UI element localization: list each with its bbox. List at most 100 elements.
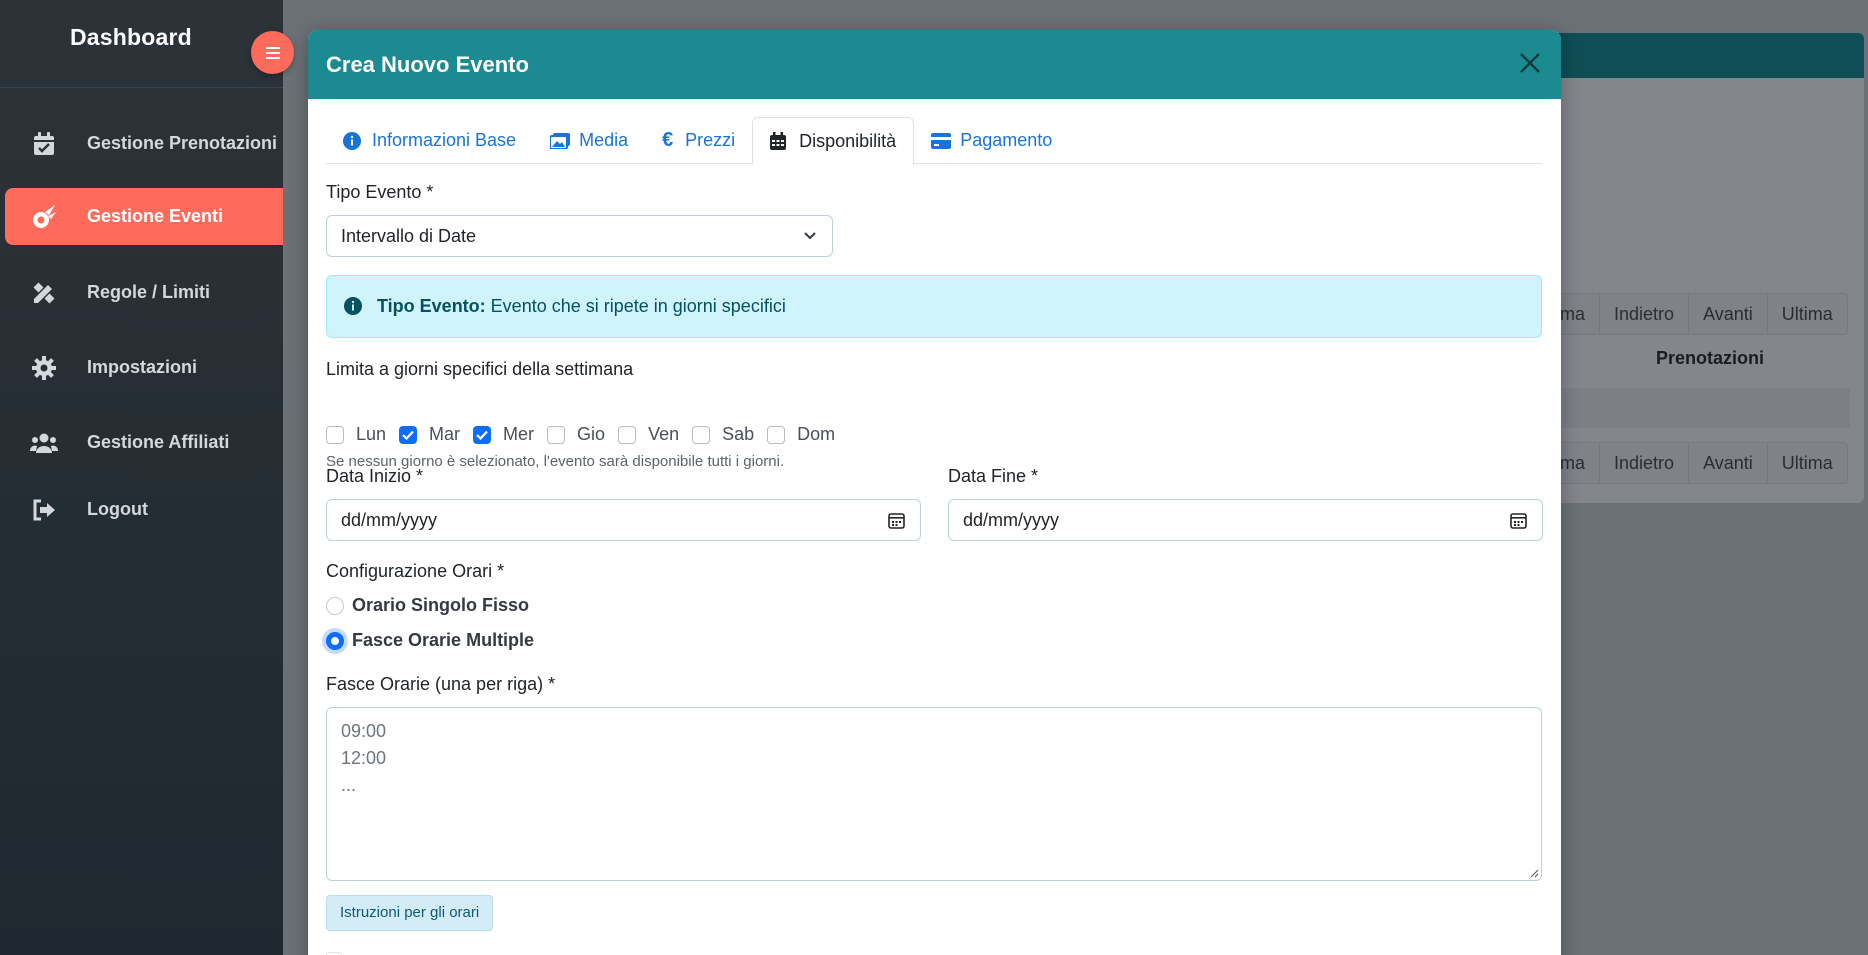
table-row — [1545, 388, 1850, 428]
euro-icon: € — [662, 129, 674, 151]
tab-bar: Informazioni Base Media € Prezzi Disponi… — [326, 117, 1542, 165]
instructions-button[interactable]: Istruzioni per gli orari — [326, 895, 494, 931]
data-inizio-label: Data Inizio * — [326, 466, 424, 486]
fasce-orarie-textarea[interactable]: 09:00 12:00 ... — [326, 707, 1542, 881]
day-label: Lun — [356, 424, 387, 444]
calendar-icon — [770, 131, 790, 151]
radio-button[interactable] — [326, 596, 344, 615]
modal-header: Crea Nuovo Evento — [308, 30, 1561, 99]
tipo-evento-label: Tipo Evento * — [326, 182, 434, 202]
day-checkbox-mar[interactable]: Mar — [399, 424, 460, 445]
close-button[interactable] — [1517, 50, 1543, 76]
data-fine-placeholder: dd/mm/yyyy — [963, 510, 1060, 530]
radio-orario-singolo[interactable]: Orario Singolo Fisso — [326, 595, 529, 616]
placeholder-line: ... — [341, 775, 357, 795]
day-label: Ven — [648, 424, 680, 444]
sidebar-item-impostazioni[interactable]: Impostazioni — [5, 339, 283, 396]
placeholder-line: 12:00 — [341, 748, 387, 768]
alert-title: Tipo Evento: — [377, 296, 486, 316]
day-checkbox-gio[interactable]: Gio — [547, 424, 605, 445]
checkbox[interactable] — [692, 425, 711, 444]
tab-label: Prezzi — [685, 130, 736, 150]
sidebar-item-label: Regole / Limiti — [87, 282, 211, 302]
brand-divider — [0, 87, 283, 88]
checkbox[interactable] — [767, 425, 786, 444]
day-label: Sab — [722, 424, 755, 444]
sidebar-item-label: Gestione Eventi — [87, 206, 224, 226]
logout-icon — [29, 495, 59, 525]
tab-prezzi[interactable]: € Prezzi — [645, 117, 752, 164]
sidebar-item-label: Gestione Affiliati — [87, 432, 230, 452]
info-circle-icon — [343, 131, 363, 151]
pager-next: Avanti — [1688, 294, 1767, 334]
meteor-icon — [29, 202, 59, 232]
checkbox[interactable] — [618, 425, 637, 444]
alert-text: Evento che si ripete in giorni specifici — [490, 296, 786, 316]
radio-fasce-multiple[interactable]: Fasce Orarie Multiple — [326, 630, 534, 651]
sidebar-item-label: Gestione Prenotazioni — [87, 133, 278, 153]
tab-informazioni-base[interactable]: Informazioni Base — [326, 117, 533, 164]
pager-last: Ultima — [1766, 443, 1847, 483]
sidebar-item-regole-limiti[interactable]: Regole / Limiti — [5, 264, 283, 321]
checkbox[interactable] — [326, 425, 344, 444]
day-label: Mar — [429, 424, 461, 444]
day-checkbox-mer[interactable]: Mer — [473, 424, 534, 445]
data-inizio-placeholder: dd/mm/yyyy — [341, 510, 438, 530]
calendar-icon[interactable] — [1510, 512, 1527, 529]
pager-prev: Indietro — [1599, 294, 1688, 334]
days-checkbox-group: Lun Mar Mer Gio Ven Sab Dom — [326, 424, 848, 445]
fasce-label: Fasce Orarie (una per riga) * — [326, 674, 556, 694]
tipo-evento-alert: Tipo Evento: Evento che si ripete in gio… — [326, 275, 1542, 338]
sidebar-item-gestione-prenotazioni[interactable]: Gestione Prenotazioni — [5, 115, 283, 172]
chevron-down-icon — [804, 232, 816, 240]
pager-top: ma Indietro Avanti Ultima — [1545, 293, 1848, 335]
day-checkbox-lun[interactable]: Lun — [326, 424, 386, 445]
checkbox[interactable] — [547, 425, 566, 444]
sidebar-item-gestione-eventi[interactable]: Gestione Eventi — [5, 188, 283, 245]
menu-toggle-button[interactable] — [251, 31, 294, 74]
checkbox-checked[interactable] — [399, 425, 418, 444]
calendar-icon[interactable] — [888, 512, 905, 529]
modal-title: Crea Nuovo Evento — [326, 51, 529, 77]
tab-disponibilita[interactable]: Disponibilità — [752, 117, 915, 165]
days-label: Limita a giorni specifici della settiman… — [326, 359, 634, 379]
day-checkbox-ven[interactable]: Ven — [618, 424, 679, 445]
brand-title: Dashboard — [70, 24, 192, 50]
hamburger-icon — [265, 51, 280, 54]
users-icon — [29, 428, 59, 458]
checkbox-checked[interactable] — [473, 425, 492, 444]
tipo-evento-select[interactable]: Intervallo di Date — [326, 215, 833, 257]
placeholder-line: 09:00 — [341, 721, 387, 741]
create-event-modal: Crea Nuovo Evento Informazioni Base Medi… — [308, 30, 1561, 955]
radio-button-selected[interactable] — [326, 631, 344, 650]
pager-last: Ultima — [1766, 294, 1847, 334]
sidebar-item-logout[interactable]: Logout — [5, 481, 283, 538]
day-label: Gio — [577, 424, 606, 444]
sidebar-item-gestione-affiliati[interactable]: Gestione Affiliati — [5, 414, 283, 471]
table-header-prenotazioni: Prenotazioni — [1655, 348, 1764, 368]
ruler-pencil-icon — [29, 278, 59, 308]
tab-label: Media — [579, 130, 629, 150]
sidebar-item-label: Logout — [87, 499, 148, 519]
sidebar-item-label: Impostazioni — [87, 357, 198, 377]
data-inizio-input[interactable]: dd/mm/yyyy — [326, 499, 921, 541]
resize-handle-icon[interactable] — [1529, 868, 1539, 878]
check-icon — [402, 430, 414, 440]
data-fine-input[interactable]: dd/mm/yyyy — [948, 499, 1543, 541]
gear-icon — [29, 353, 59, 383]
pager-next: Avanti — [1688, 443, 1767, 483]
orari-label: Configurazione Orari * — [326, 561, 505, 581]
day-label: Dom — [797, 424, 836, 444]
day-checkbox-dom[interactable]: Dom — [767, 424, 835, 445]
data-fine-label: Data Fine * — [948, 466, 1039, 486]
tab-pagamento[interactable]: Pagamento — [914, 117, 1069, 164]
calendar-check-icon — [29, 129, 59, 159]
images-icon — [550, 131, 571, 151]
pager-bottom: ma Indietro Avanti Ultima — [1545, 442, 1848, 484]
tipo-evento-value: Intervallo di Date — [341, 226, 477, 246]
radio-label: Orario Singolo Fisso — [352, 595, 530, 615]
day-checkbox-sab[interactable]: Sab — [692, 424, 754, 445]
tab-label: Disponibilità — [799, 130, 897, 151]
tab-media[interactable]: Media — [533, 117, 645, 164]
info-circle-icon — [344, 296, 364, 317]
